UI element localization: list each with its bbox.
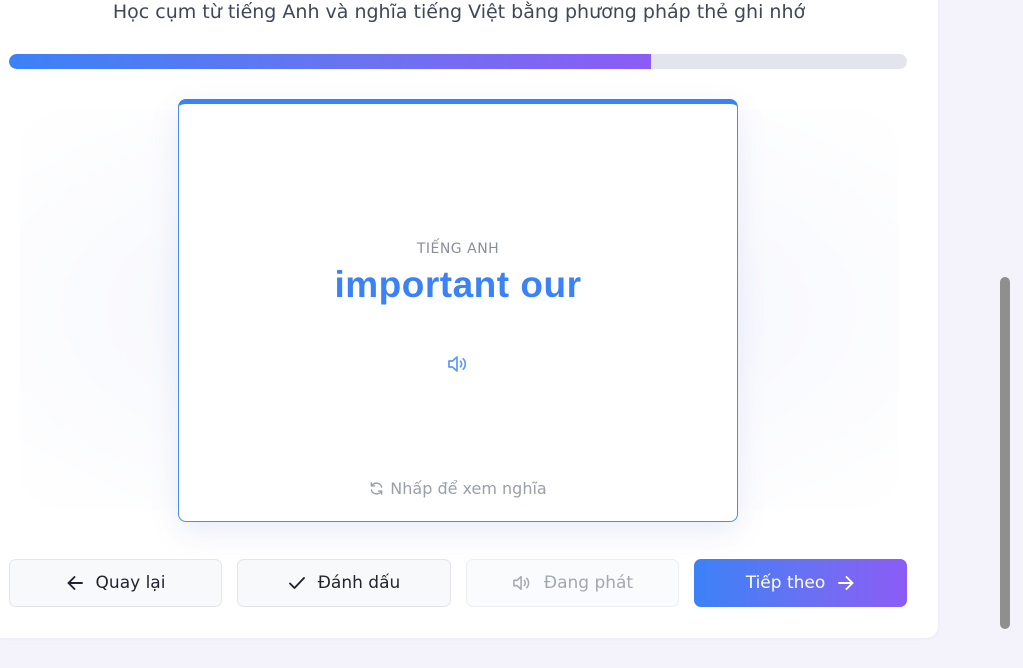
card-hint-text: Nhấp để xem nghĩa	[390, 479, 547, 498]
arrow-left-icon	[66, 575, 84, 591]
card-hint: Nhấp để xem nghĩa	[179, 479, 737, 500]
mark-button-label: Đánh dấu	[317, 573, 401, 593]
progress-fill	[9, 54, 652, 69]
playing-button-label: Đang phát	[543, 573, 634, 593]
page: Học cụm từ tiếng Anh và nghĩa tiếng Việt…	[0, 0, 1023, 668]
page-subtitle: Học cụm từ tiếng Anh và nghĩa tiếng Việt…	[112, 1, 806, 23]
card-term: important our	[334, 264, 582, 305]
arrow-right-icon	[837, 575, 855, 591]
speaker-icon	[512, 574, 532, 592]
card-language-label: TIẾNG ANH	[416, 241, 500, 257]
mark-button[interactable]: Đánh dấu	[237, 559, 451, 607]
scrollbar-thumb[interactable]	[1000, 277, 1010, 629]
back-button-label: Quay lại	[95, 573, 166, 593]
check-icon	[288, 575, 306, 591]
flashcard-panel: Học cụm từ tiếng Anh và nghĩa tiếng Việt…	[0, 0, 938, 638]
speaker-icon[interactable]	[447, 354, 469, 374]
next-button[interactable]: Tiếp theo	[694, 559, 907, 607]
playing-button[interactable]: Đang phát	[466, 559, 679, 607]
progress-bar	[9, 54, 907, 69]
flashcard[interactable]: TIẾNG ANH important our Nhấp để xem nghĩ…	[178, 99, 738, 522]
refresh-icon	[369, 481, 384, 500]
back-button[interactable]: Quay lại	[9, 559, 222, 607]
next-button-label: Tiếp theo	[745, 573, 826, 593]
